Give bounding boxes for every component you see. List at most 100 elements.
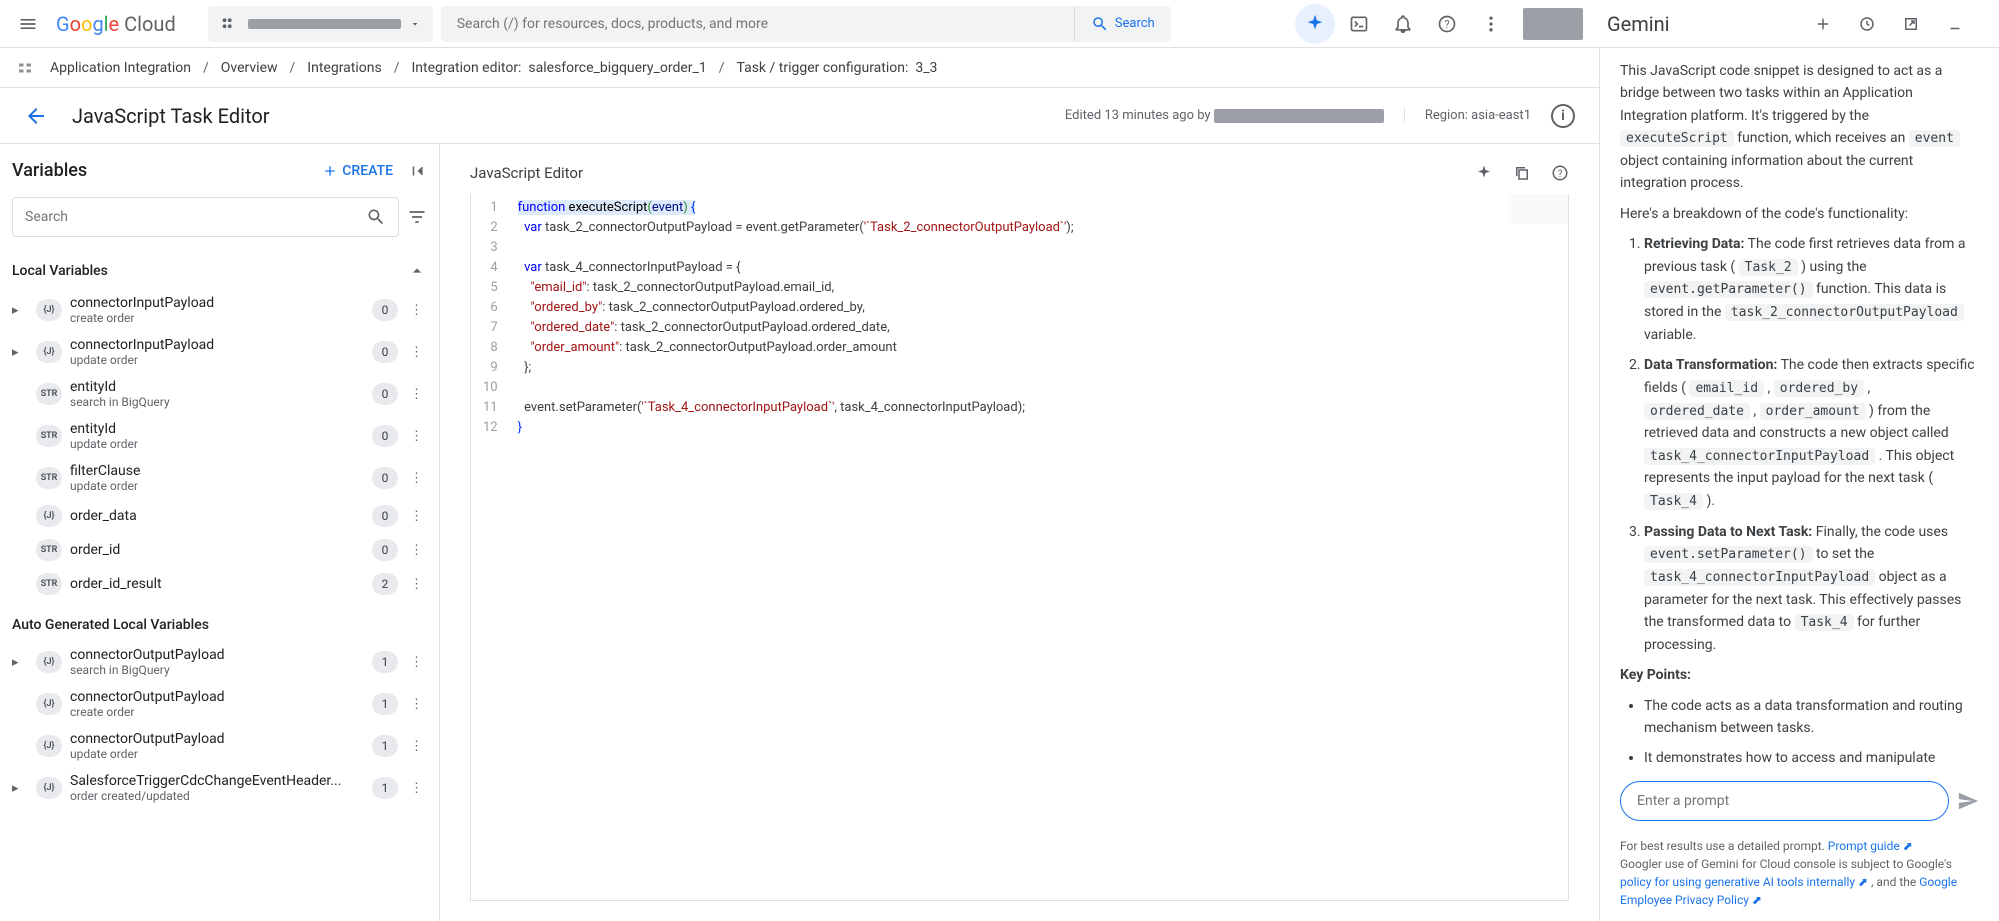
variable-name: SalesforceTriggerCdcChangeEventHeader... xyxy=(70,773,364,789)
type-badge: STR xyxy=(36,467,62,489)
variable-subtitle: update order xyxy=(70,479,364,493)
variable-subtitle: create order xyxy=(70,705,364,719)
svg-text:?: ? xyxy=(1444,18,1449,31)
ai-policy-link[interactable]: policy for using generative AI tools int… xyxy=(1620,875,1868,889)
variable-menu-icon[interactable]: ⋮ xyxy=(406,577,427,592)
variable-row[interactable]: ▸ {J} connectorInputPayloadupdate order … xyxy=(12,331,427,373)
terminal-icon[interactable] xyxy=(1339,4,1379,44)
gemini-prompt-input[interactable] xyxy=(1620,781,1949,821)
ai-sparkle-icon[interactable] xyxy=(1475,164,1493,182)
variable-row[interactable]: ▸ {J} connectorOutputPayloadsearch in Bi… xyxy=(12,641,427,683)
help-icon[interactable]: ? xyxy=(1427,4,1467,44)
send-icon[interactable] xyxy=(1957,790,1979,812)
code-help-icon[interactable]: ? xyxy=(1551,164,1569,182)
type-badge: {J} xyxy=(36,505,62,527)
gemini-sparkle-icon[interactable] xyxy=(1295,4,1335,44)
editor-header: JavaScript Task Editor Edited 13 minutes… xyxy=(0,88,1599,144)
variable-menu-icon[interactable]: ⋮ xyxy=(406,303,427,318)
auto-variables-section[interactable]: Auto Generated Local Variables xyxy=(12,617,427,633)
google-cloud-logo[interactable]: Google Cloud xyxy=(56,12,176,36)
variable-menu-icon[interactable]: ⋮ xyxy=(406,345,427,360)
variable-name: connectorOutputPayload xyxy=(70,731,364,747)
expand-icon[interactable]: ▸ xyxy=(12,781,28,796)
variable-row[interactable]: STR filterClauseupdate order 0 ⋮ xyxy=(12,457,427,499)
expand-icon[interactable]: ▸ xyxy=(12,655,28,670)
usage-count: 1 xyxy=(372,693,398,715)
variable-row[interactable]: {J} connectorOutputPayloadupdate order 1… xyxy=(12,725,427,767)
create-button[interactable]: CREATE xyxy=(322,163,393,179)
usage-count: 0 xyxy=(372,467,398,489)
variable-menu-icon[interactable]: ⋮ xyxy=(406,509,427,524)
prompt-guide-link[interactable]: Prompt guide ⬈ xyxy=(1828,839,1913,853)
variable-menu-icon[interactable]: ⋮ xyxy=(406,387,427,402)
code-editor[interactable]: 123456789101112 function executeScript(e… xyxy=(470,194,1569,901)
usage-count: 0 xyxy=(372,425,398,447)
variable-menu-icon[interactable]: ⋮ xyxy=(406,781,427,796)
region-label: Region: asia-east1 xyxy=(1404,108,1531,123)
variable-row[interactable]: STR order_id 0 ⋮ xyxy=(12,533,427,567)
variable-name: connectorOutputPayload xyxy=(70,647,364,663)
variable-menu-icon[interactable]: ⋮ xyxy=(406,739,427,754)
expand-icon[interactable]: ▸ xyxy=(12,303,28,318)
search-input[interactable] xyxy=(441,16,1074,32)
gemini-minimize-icon[interactable] xyxy=(1935,4,1975,44)
code-content[interactable]: function executeScript(event) { var task… xyxy=(510,194,1082,900)
project-selector[interactable] xyxy=(208,6,433,42)
type-badge: STR xyxy=(36,425,62,447)
gemini-title: Gemini xyxy=(1607,12,1670,36)
variable-subtitle: create order xyxy=(70,311,364,325)
gemini-new-icon[interactable] xyxy=(1803,4,1843,44)
breadcrumb-item[interactable]: Integration editor: salesforce_bigquery_… xyxy=(412,60,707,76)
collapse-panel-icon[interactable] xyxy=(409,162,427,180)
variable-menu-icon[interactable]: ⋮ xyxy=(406,655,427,670)
notifications-icon[interactable] xyxy=(1383,4,1423,44)
type-badge: STR xyxy=(36,539,62,561)
gemini-open-icon[interactable] xyxy=(1891,4,1931,44)
variable-row[interactable]: {J} order_data 0 ⋮ xyxy=(12,499,427,533)
code-minimap[interactable] xyxy=(1508,194,1568,224)
local-variables-section[interactable]: Local Variables xyxy=(12,261,427,281)
expand-icon[interactable]: ▸ xyxy=(12,345,28,360)
variables-title: Variables xyxy=(12,160,87,181)
variable-name: order_data xyxy=(70,508,364,524)
top-bar: Google Cloud Search ? Gemini xyxy=(0,0,1999,48)
type-badge: {J} xyxy=(36,341,62,363)
profile-redacted[interactable] xyxy=(1523,8,1583,40)
variable-menu-icon[interactable]: ⋮ xyxy=(406,429,427,444)
variable-subtitle: update order xyxy=(70,747,364,761)
copy-icon[interactable] xyxy=(1513,164,1531,182)
breadcrumb-item[interactable]: Integrations xyxy=(307,60,381,76)
filter-icon[interactable] xyxy=(407,207,427,227)
usage-count: 1 xyxy=(372,735,398,757)
variable-subtitle: order created/updated xyxy=(70,789,364,803)
back-arrow-icon[interactable] xyxy=(24,104,48,128)
variable-search-input[interactable] xyxy=(25,209,366,225)
breadcrumb-item[interactable]: Overview xyxy=(221,60,278,76)
project-name-redacted xyxy=(248,19,401,29)
variable-name: connectorInputPayload xyxy=(70,337,364,353)
integration-icon xyxy=(16,59,34,77)
variable-menu-icon[interactable]: ⋮ xyxy=(406,697,427,712)
variable-name: connectorOutputPayload xyxy=(70,689,364,705)
variable-row[interactable]: {J} connectorOutputPayloadcreate order 1… xyxy=(12,683,427,725)
search-button[interactable]: Search xyxy=(1074,6,1171,42)
variable-row[interactable]: ▸ {J} SalesforceTriggerCdcChangeEventHea… xyxy=(12,767,427,809)
variable-subtitle: search in BigQuery xyxy=(70,395,364,409)
variable-menu-icon[interactable]: ⋮ xyxy=(406,543,427,558)
gemini-footer: For best results use a detailed prompt. … xyxy=(1600,833,1999,921)
variable-row[interactable]: STR order_id_result 2 ⋮ xyxy=(12,567,427,601)
variable-subtitle: search in BigQuery xyxy=(70,663,364,677)
code-editor-title: JavaScript Editor xyxy=(470,164,583,182)
usage-count: 2 xyxy=(372,573,398,595)
info-icon[interactable]: i xyxy=(1551,104,1575,128)
variable-row[interactable]: STR entityIdupdate order 0 ⋮ xyxy=(12,415,427,457)
hamburger-icon[interactable] xyxy=(8,4,48,44)
gemini-history-icon[interactable] xyxy=(1847,4,1887,44)
variable-row[interactable]: STR entityIdsearch in BigQuery 0 ⋮ xyxy=(12,373,427,415)
breadcrumb-item[interactable]: Application Integration xyxy=(50,60,191,76)
chevron-up-icon[interactable] xyxy=(407,261,427,281)
variable-menu-icon[interactable]: ⋮ xyxy=(406,471,427,486)
usage-count: 0 xyxy=(372,341,398,363)
variable-row[interactable]: ▸ {J} connectorInputPayloadcreate order … xyxy=(12,289,427,331)
more-icon[interactable] xyxy=(1471,4,1511,44)
